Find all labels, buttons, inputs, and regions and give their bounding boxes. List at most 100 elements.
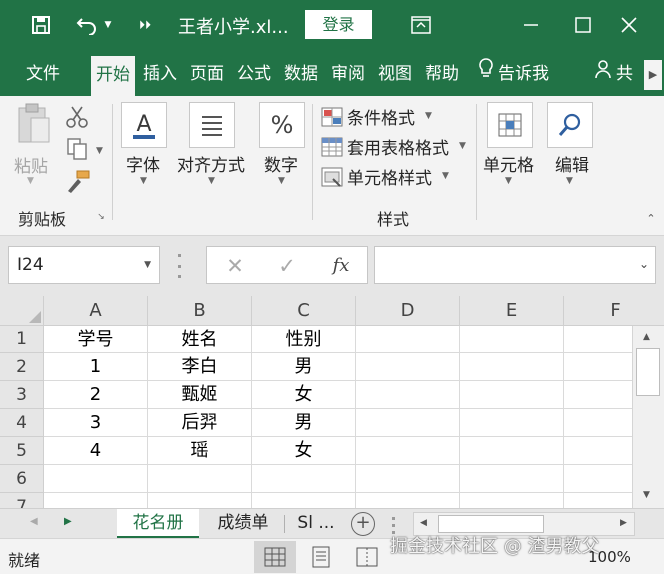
table-cell[interactable] bbox=[460, 465, 564, 493]
table-cell[interactable]: 学号 bbox=[44, 326, 148, 353]
row-header[interactable]: 4 bbox=[0, 409, 44, 437]
row-header[interactable]: 2 bbox=[0, 353, 44, 381]
customize-toolbar-icon[interactable]: ⏵⏵ bbox=[132, 11, 158, 39]
table-cell[interactable]: 李白 bbox=[148, 353, 252, 381]
edit-dropdown-icon[interactable]: ▼ bbox=[566, 176, 573, 186]
tab-view[interactable]: 视图 bbox=[378, 52, 412, 96]
enter-icon[interactable]: ✓ bbox=[267, 251, 307, 281]
table-format-icon[interactable] bbox=[320, 136, 344, 158]
font-icon[interactable]: A bbox=[121, 102, 167, 148]
tab-data[interactable]: 数据 bbox=[284, 52, 318, 96]
table-cell[interactable]: 性别 bbox=[252, 326, 356, 353]
clipboard-launcher-icon[interactable]: ↘ bbox=[96, 212, 106, 222]
table-cell[interactable]: 3 bbox=[44, 409, 148, 437]
table-cell[interactable] bbox=[460, 437, 564, 465]
align-dropdown-icon[interactable]: ▼ bbox=[208, 176, 215, 186]
number-dropdown-icon[interactable]: ▼ bbox=[278, 176, 285, 186]
conditional-format-label[interactable]: 条件格式 bbox=[347, 104, 415, 129]
horizontal-scrollbar[interactable]: ◀ ▶ bbox=[413, 512, 635, 536]
page-layout-view-icon[interactable] bbox=[300, 541, 342, 573]
vertical-scroll-thumb[interactable] bbox=[636, 348, 660, 396]
paste-dropdown-icon[interactable]: ▼ bbox=[27, 176, 34, 186]
formula-input[interactable]: ⌄ bbox=[374, 246, 656, 284]
normal-view-icon[interactable] bbox=[254, 541, 296, 573]
name-box-dropdown-icon[interactable]: ▼ bbox=[144, 247, 151, 283]
scroll-left-icon[interactable]: ◀ bbox=[420, 518, 427, 528]
horizontal-scroll-thumb[interactable] bbox=[438, 515, 544, 533]
table-cell[interactable]: 姓名 bbox=[148, 326, 252, 353]
table-cell[interactable] bbox=[460, 409, 564, 437]
table-cell[interactable] bbox=[252, 493, 356, 508]
table-cell[interactable]: 女 bbox=[252, 381, 356, 409]
font-dropdown-icon[interactable]: ▼ bbox=[140, 176, 147, 186]
align-icon[interactable] bbox=[189, 102, 235, 148]
font-label[interactable]: 字体 bbox=[126, 151, 160, 176]
row-header[interactable]: 7 bbox=[0, 493, 44, 508]
close-icon[interactable] bbox=[616, 11, 642, 39]
align-label[interactable]: 对齐方式 bbox=[177, 151, 245, 176]
spreadsheet-grid[interactable]: ABCDEF 1234567 学号 姓名 性别 1 李白男 2 甄姬女 3 后羿男 4 瑶女 ▲ ▼ bbox=[0, 296, 664, 508]
row-header[interactable]: 6 bbox=[0, 465, 44, 493]
login-button[interactable]: 登录 bbox=[305, 10, 372, 39]
cell-style-label[interactable]: 单元格样式 bbox=[347, 164, 432, 189]
table-cell[interactable] bbox=[148, 465, 252, 493]
tab-insert[interactable]: 插入 bbox=[143, 52, 177, 96]
conditional-format-icon[interactable] bbox=[320, 106, 344, 128]
scroll-down-icon[interactable]: ▼ bbox=[643, 490, 650, 500]
table-cell[interactable] bbox=[460, 381, 564, 409]
zoom-level[interactable]: 100% bbox=[588, 548, 631, 566]
tab-home[interactable]: 开始 bbox=[91, 56, 135, 96]
table-cell[interactable] bbox=[148, 493, 252, 508]
scroll-up-icon[interactable]: ▲ bbox=[643, 332, 650, 342]
next-sheet-icon[interactable]: ▶ bbox=[64, 516, 72, 527]
tab-split-handle[interactable] bbox=[392, 517, 395, 534]
cell-style-icon[interactable] bbox=[320, 166, 344, 188]
row-header[interactable]: 3 bbox=[0, 381, 44, 409]
table-cell[interactable] bbox=[460, 326, 564, 353]
table-cell[interactable]: 女 bbox=[252, 437, 356, 465]
number-label[interactable]: 数字 bbox=[264, 151, 298, 176]
column-header[interactable]: A bbox=[44, 296, 148, 326]
search-icon[interactable] bbox=[547, 102, 593, 148]
prev-sheet-icon[interactable]: ◀ bbox=[30, 516, 38, 527]
table-cell[interactable] bbox=[356, 465, 460, 493]
table-cell[interactable] bbox=[356, 326, 460, 353]
table-format-dropdown-icon[interactable]: ▼ bbox=[459, 141, 466, 151]
cells-icon[interactable] bbox=[487, 102, 533, 148]
insert-function-icon[interactable]: fx bbox=[321, 251, 361, 281]
tab-review[interactable]: 审阅 bbox=[331, 52, 365, 96]
share-button[interactable]: 共 bbox=[594, 52, 642, 96]
paste-icon[interactable] bbox=[14, 102, 54, 148]
percent-icon[interactable]: % bbox=[259, 102, 305, 148]
copy-dropdown-icon[interactable]: ▼ bbox=[96, 146, 103, 156]
table-cell[interactable]: 后羿 bbox=[148, 409, 252, 437]
undo-icon[interactable] bbox=[74, 11, 100, 39]
table-cell[interactable] bbox=[44, 465, 148, 493]
column-header[interactable]: D bbox=[356, 296, 460, 326]
table-cell[interactable]: 1 bbox=[44, 353, 148, 381]
minimize-icon[interactable] bbox=[518, 11, 544, 39]
column-header[interactable]: E bbox=[460, 296, 564, 326]
sheet-tab-grades[interactable]: 成绩单 bbox=[205, 509, 281, 539]
table-cell[interactable] bbox=[356, 353, 460, 381]
table-format-label[interactable]: 套用表格格式 bbox=[347, 134, 449, 159]
table-cell[interactable] bbox=[460, 493, 564, 508]
edit-label[interactable]: 编辑 bbox=[555, 151, 589, 176]
scroll-right-icon[interactable]: ▶ bbox=[620, 518, 627, 528]
cut-icon[interactable] bbox=[64, 104, 90, 130]
table-cell[interactable] bbox=[356, 437, 460, 465]
row-header[interactable]: 5 bbox=[0, 437, 44, 465]
page-break-view-icon[interactable] bbox=[346, 541, 388, 573]
table-cell[interactable]: 男 bbox=[252, 353, 356, 381]
column-header[interactable]: F bbox=[564, 296, 664, 326]
table-cell[interactable]: 4 bbox=[44, 437, 148, 465]
paste-label[interactable]: 粘贴 bbox=[14, 152, 48, 177]
restore-icon[interactable] bbox=[570, 11, 596, 39]
table-cell[interactable]: 2 bbox=[44, 381, 148, 409]
table-cell[interactable] bbox=[356, 381, 460, 409]
table-cell[interactable] bbox=[356, 409, 460, 437]
table-cell[interactable] bbox=[44, 493, 148, 508]
tab-file[interactable]: 文件 bbox=[26, 52, 60, 96]
table-cell[interactable]: 男 bbox=[252, 409, 356, 437]
add-sheet-icon[interactable]: + bbox=[351, 512, 375, 536]
